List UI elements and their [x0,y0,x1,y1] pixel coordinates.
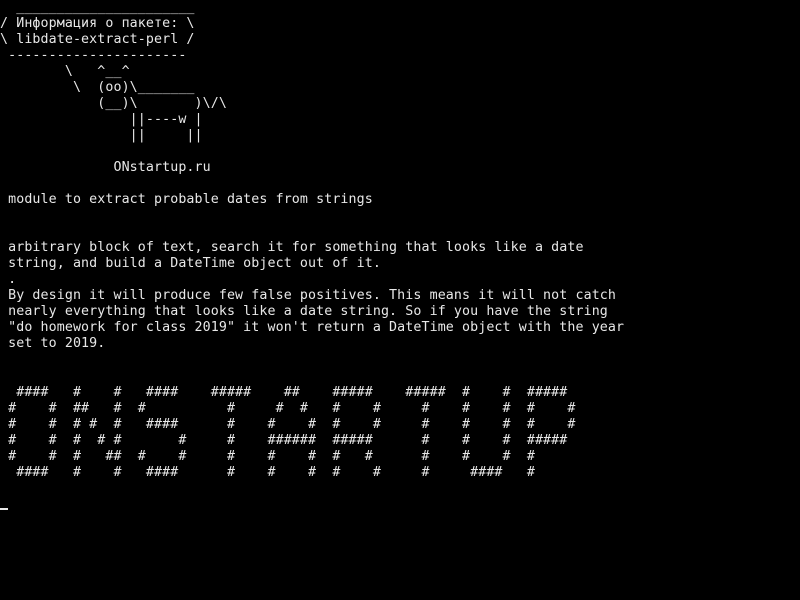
text-cursor [0,508,8,510]
terminal-screen[interactable]: ______________________ / Информация о па… [0,0,800,600]
cowsay-banner: ______________________ / Информация о па… [0,0,227,175]
package-description: arbitrary block of text, search it for s… [8,240,625,351]
onstartup-ascii-banner: #### # # #### ##### ## ##### ##### # # #… [8,385,576,480]
package-summary: module to extract probable dates from st… [0,192,373,207]
